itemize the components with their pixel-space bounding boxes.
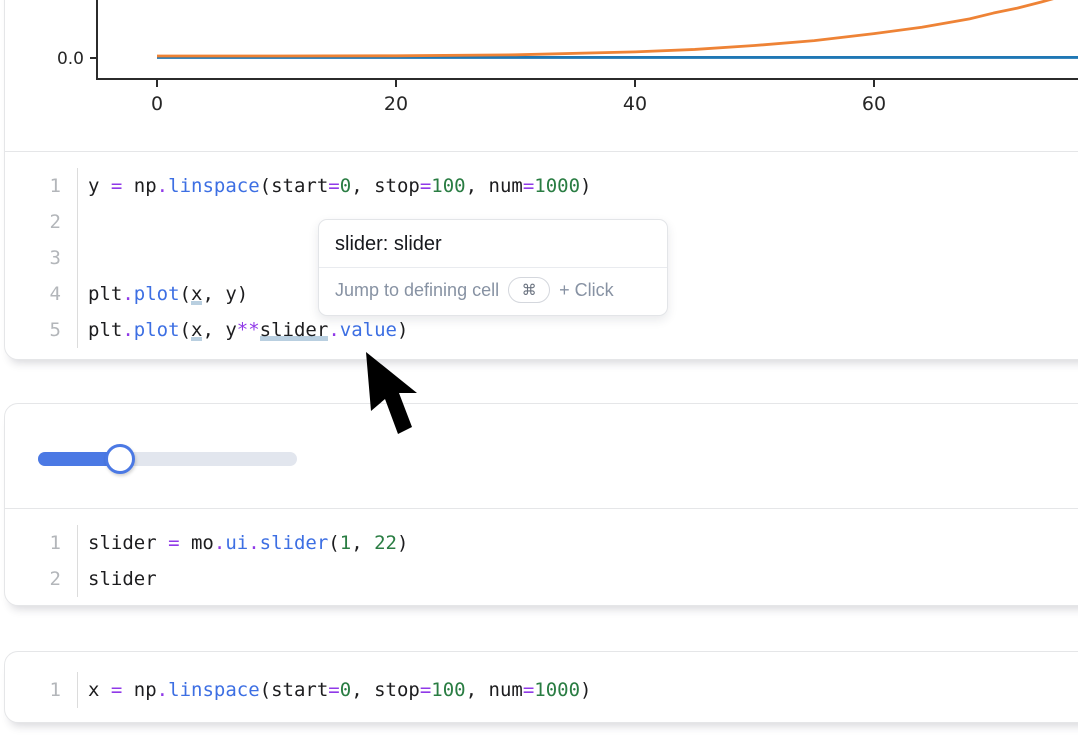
code-text: slider = mo.ui.slider(1, 22) [78, 525, 408, 561]
code-text: plt.plot(x, y**slider.value) [78, 312, 408, 348]
svg-text:40: 40 [623, 93, 647, 115]
code-text [78, 204, 88, 240]
code-line[interactable]: 2slider [5, 561, 1078, 597]
line-number: 2 [5, 204, 78, 240]
line-number: 2 [5, 561, 78, 597]
code-text: plt.plot(x, y) [78, 276, 248, 312]
tooltip-hint-row: Jump to defining cell ⌘ + Click [319, 268, 667, 315]
matplotlib-chart: 0 20 40 60 0.0 [5, 0, 1078, 152]
svg-text:60: 60 [862, 93, 886, 115]
code-line[interactable]: 5plt.plot(x, y**slider.value) [5, 312, 1078, 348]
marimo-notebook: 02040600.0 1y = np.linspace(start=0, sto… [0, 0, 1078, 746]
tooltip-suffix: + Click [559, 280, 614, 301]
cell-x: 1x = np.linspace(start=0, stop=100, num=… [4, 651, 1078, 723]
code-line[interactable]: 1y = np.linspace(start=0, stop=100, num=… [5, 168, 1078, 204]
tooltip-action-label: Jump to defining cell [335, 280, 499, 301]
line-number: 1 [5, 168, 78, 204]
code-text [78, 240, 88, 276]
svg-text:0.0: 0.0 [57, 49, 84, 69]
code-line[interactable]: 1x = np.linspace(start=0, stop=100, num=… [5, 672, 1078, 708]
plot-output: 0 20 40 60 0.0 [5, 0, 1078, 152]
svg-text:20: 20 [384, 93, 408, 115]
variable-tooltip: slider: slider Jump to defining cell ⌘ +… [318, 219, 668, 316]
tooltip-title: slider: slider [319, 220, 667, 267]
line-number: 5 [5, 312, 78, 348]
code-line[interactable]: 1slider = mo.ui.slider(1, 22) [5, 525, 1078, 561]
command-key-icon: ⌘ [508, 277, 550, 303]
line-number: 3 [5, 240, 78, 276]
line-number: 4 [5, 276, 78, 312]
code-editor-slider[interactable]: 1slider = mo.ui.slider(1, 22)2slider [5, 509, 1078, 609]
code-text: y = np.linspace(start=0, stop=100, num=1… [78, 168, 592, 204]
slider-thumb[interactable] [105, 444, 135, 474]
mouse-cursor-icon [358, 348, 428, 443]
code-editor-x[interactable]: 1x = np.linspace(start=0, stop=100, num=… [5, 652, 1078, 722]
slider-output [5, 404, 1078, 509]
svg-text:0: 0 [151, 93, 163, 115]
line-number: 1 [5, 525, 78, 561]
code-text: slider [78, 561, 157, 597]
line-number: 1 [5, 672, 78, 708]
code-text: x = np.linspace(start=0, stop=100, num=1… [78, 672, 592, 708]
cell-slider: 1slider = mo.ui.slider(1, 22)2slider [4, 403, 1078, 606]
